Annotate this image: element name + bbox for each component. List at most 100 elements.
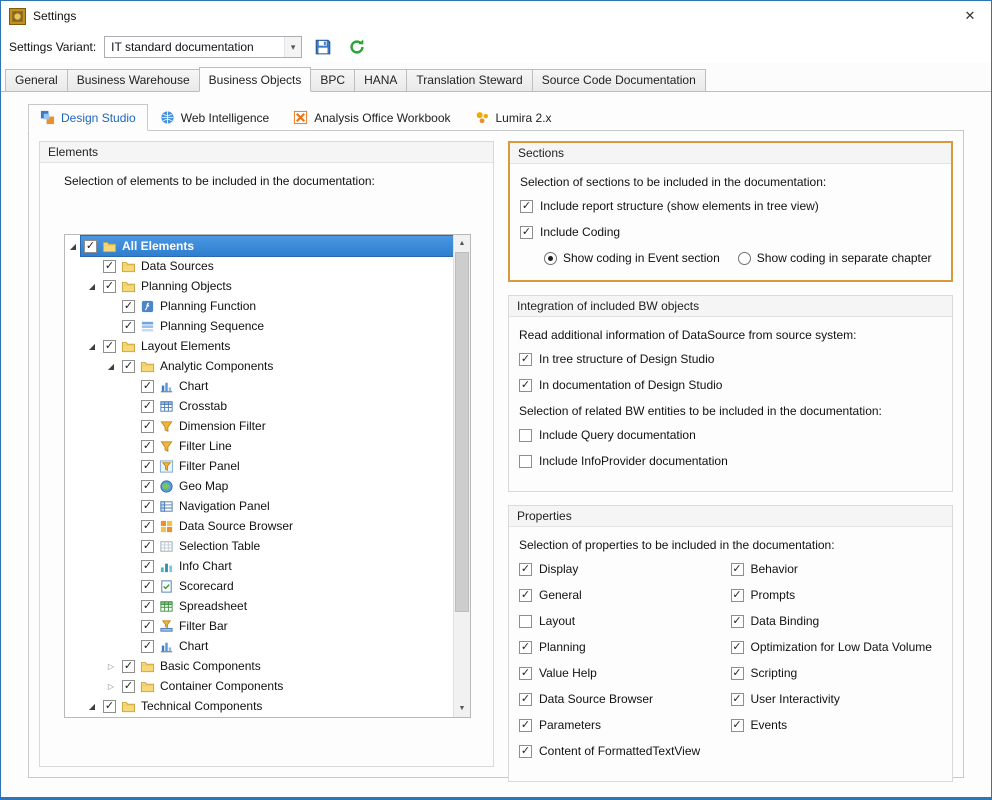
tab-business-warehouse[interactable]: Business Warehouse xyxy=(67,69,200,91)
tab-source-code-documentation[interactable]: Source Code Documentation xyxy=(532,69,706,91)
tree-item-filter-bar[interactable]: Filter Bar xyxy=(65,616,453,636)
tree-item-geo-map[interactable]: Geo Map xyxy=(65,476,453,496)
property-checkbox-parameters[interactable]: Parameters xyxy=(519,718,731,732)
refresh-button[interactable] xyxy=(344,35,370,59)
tree-item-content[interactable]: Filter Panel xyxy=(138,456,453,476)
tree-item-label[interactable]: Spreadsheet xyxy=(179,599,247,613)
checkbox[interactable] xyxy=(731,563,744,576)
property-checkbox-content-of-formattedtextview[interactable]: Content of FormattedTextView xyxy=(519,744,731,758)
property-checkbox-events[interactable]: Events xyxy=(731,718,943,732)
tree-checkbox[interactable] xyxy=(103,340,116,353)
checkbox[interactable] xyxy=(731,589,744,602)
checkbox[interactable] xyxy=(519,455,532,468)
checkbox[interactable] xyxy=(519,429,532,442)
tree-item-content[interactable]: Data Sources xyxy=(100,256,453,276)
checkbox[interactable] xyxy=(731,615,744,628)
tree-item-chart[interactable]: Chart xyxy=(65,376,453,396)
close-button[interactable]: ✕ xyxy=(949,1,991,31)
radio-button[interactable] xyxy=(544,252,557,265)
tree-item-layout-elements[interactable]: ◢ Layout Elements xyxy=(65,336,453,356)
tree-item-content[interactable]: Selection Table xyxy=(138,536,453,556)
checkbox[interactable] xyxy=(519,693,532,706)
tree-item-info-chart[interactable]: Info Chart xyxy=(65,556,453,576)
checkbox[interactable] xyxy=(519,615,532,628)
tree-item-basic-components[interactable]: ▷Basic Components xyxy=(65,656,453,676)
tree-scrollbar[interactable]: ▲ ▼ xyxy=(453,235,470,717)
property-checkbox-layout[interactable]: Layout xyxy=(519,614,731,628)
tree-checkbox[interactable] xyxy=(141,500,154,513)
tree-checkbox[interactable] xyxy=(141,640,154,653)
tree-item-content[interactable]: Analytic Components xyxy=(119,356,453,376)
checkbox[interactable] xyxy=(519,719,532,732)
checkbox[interactable] xyxy=(519,745,532,758)
tree-checkbox[interactable] xyxy=(122,360,135,373)
tree-item-content[interactable]: Data Source Browser xyxy=(138,516,453,536)
tree-item-label[interactable]: Dimension Filter xyxy=(179,419,266,433)
checkbox[interactable] xyxy=(731,667,744,680)
tree-item-content[interactable]: All Elements xyxy=(81,236,453,256)
scroll-up-button[interactable]: ▲ xyxy=(454,235,470,252)
checkbox[interactable] xyxy=(519,353,532,366)
tree-checkbox[interactable] xyxy=(141,540,154,553)
tree-checkbox[interactable] xyxy=(141,620,154,633)
tree-item-data-source-browser[interactable]: Data Source Browser xyxy=(65,516,453,536)
tab-translation-steward[interactable]: Translation Steward xyxy=(406,69,532,91)
tree-item-label[interactable]: Layout Elements xyxy=(141,339,230,353)
tree-item-crosstab[interactable]: Crosstab xyxy=(65,396,453,416)
expander-icon[interactable]: ◢ xyxy=(103,362,119,371)
checkbox[interactable] xyxy=(731,719,744,732)
tree-item-navigation-panel[interactable]: Navigation Panel xyxy=(65,496,453,516)
tree-item-content[interactable]: Navigation Panel xyxy=(138,496,453,516)
tree-item-content[interactable]: Basic Components xyxy=(119,656,453,676)
tree-checkbox[interactable] xyxy=(122,320,135,333)
tree-item-label[interactable]: Planning Objects xyxy=(141,279,232,293)
property-checkbox-value-help[interactable]: Value Help xyxy=(519,666,731,680)
tree-checkbox[interactable] xyxy=(141,380,154,393)
checkbox[interactable] xyxy=(520,226,533,239)
tree-item-label[interactable]: Filter Line xyxy=(179,439,232,453)
tree-item-content[interactable]: Filter Bar xyxy=(138,616,453,636)
tree-item-spreadsheet[interactable]: Spreadsheet xyxy=(65,596,453,616)
property-checkbox-optimization-for-low-data-volume[interactable]: Optimization for Low Data Volume xyxy=(731,640,943,654)
checkbox[interactable] xyxy=(519,667,532,680)
checkbox[interactable] xyxy=(519,589,532,602)
integration-checkbox-include-infoprovider-documentation[interactable]: Include InfoProvider documentation xyxy=(519,454,942,468)
property-checkbox-planning[interactable]: Planning xyxy=(519,640,731,654)
tree-item-content[interactable]: Chart xyxy=(138,636,453,656)
tree-item-filter-line[interactable]: Filter Line xyxy=(65,436,453,456)
tree-item-label[interactable]: Technical Components xyxy=(141,699,262,713)
tree-item-technical-components[interactable]: ◢Technical Components xyxy=(65,696,453,716)
tree-item-label[interactable]: Data Sources xyxy=(141,259,214,273)
tab-bpc[interactable]: BPC xyxy=(310,69,355,91)
tree-checkbox[interactable] xyxy=(103,260,116,273)
tree-checkbox[interactable] xyxy=(103,700,116,713)
save-button[interactable] xyxy=(310,35,336,59)
tree-item-content[interactable]: Spreadsheet xyxy=(138,596,453,616)
tree-item-all-elements[interactable]: ◢All Elements xyxy=(65,236,453,256)
tree-item-planning-function[interactable]: Planning Function xyxy=(65,296,453,316)
tree-checkbox[interactable] xyxy=(141,420,154,433)
tree-item-content[interactable]: Planning Function xyxy=(119,296,453,316)
property-checkbox-data-binding[interactable]: Data Binding xyxy=(731,614,943,628)
tree-item-content[interactable]: Filter Line xyxy=(138,436,453,456)
tree-checkbox[interactable] xyxy=(141,600,154,613)
radio-show-coding-in-event-section[interactable]: Show coding in Event section xyxy=(544,251,720,265)
property-checkbox-scripting[interactable]: Scripting xyxy=(731,666,943,680)
subtab-lumira-2-x[interactable]: Lumira 2.x xyxy=(463,104,564,131)
expander-icon[interactable]: ▷ xyxy=(103,662,119,671)
tree-item-label[interactable]: Chart xyxy=(179,639,208,653)
tree-item-label[interactable]: Planning Function xyxy=(160,299,256,313)
tree-item-label[interactable]: Selection Table xyxy=(179,539,260,553)
tree-item-content[interactable]: Geo Map xyxy=(138,476,453,496)
checkbox[interactable] xyxy=(520,200,533,213)
expander-icon[interactable]: ◢ xyxy=(84,282,100,291)
tree-item-label[interactable]: All Elements xyxy=(122,239,194,253)
tree-item-content[interactable]: Crosstab xyxy=(138,396,453,416)
property-checkbox-data-source-browser[interactable]: Data Source Browser xyxy=(519,692,731,706)
tree-item-selection-table[interactable]: Selection Table xyxy=(65,536,453,556)
tree-checkbox[interactable] xyxy=(141,440,154,453)
section-checkbox-include-report-structure-show-elements-in-tree-view[interactable]: Include report structure (show elements … xyxy=(520,199,941,213)
checkbox[interactable] xyxy=(731,693,744,706)
tree-item-label[interactable]: Navigation Panel xyxy=(179,499,270,513)
expander-icon[interactable]: ◢ xyxy=(84,342,100,351)
